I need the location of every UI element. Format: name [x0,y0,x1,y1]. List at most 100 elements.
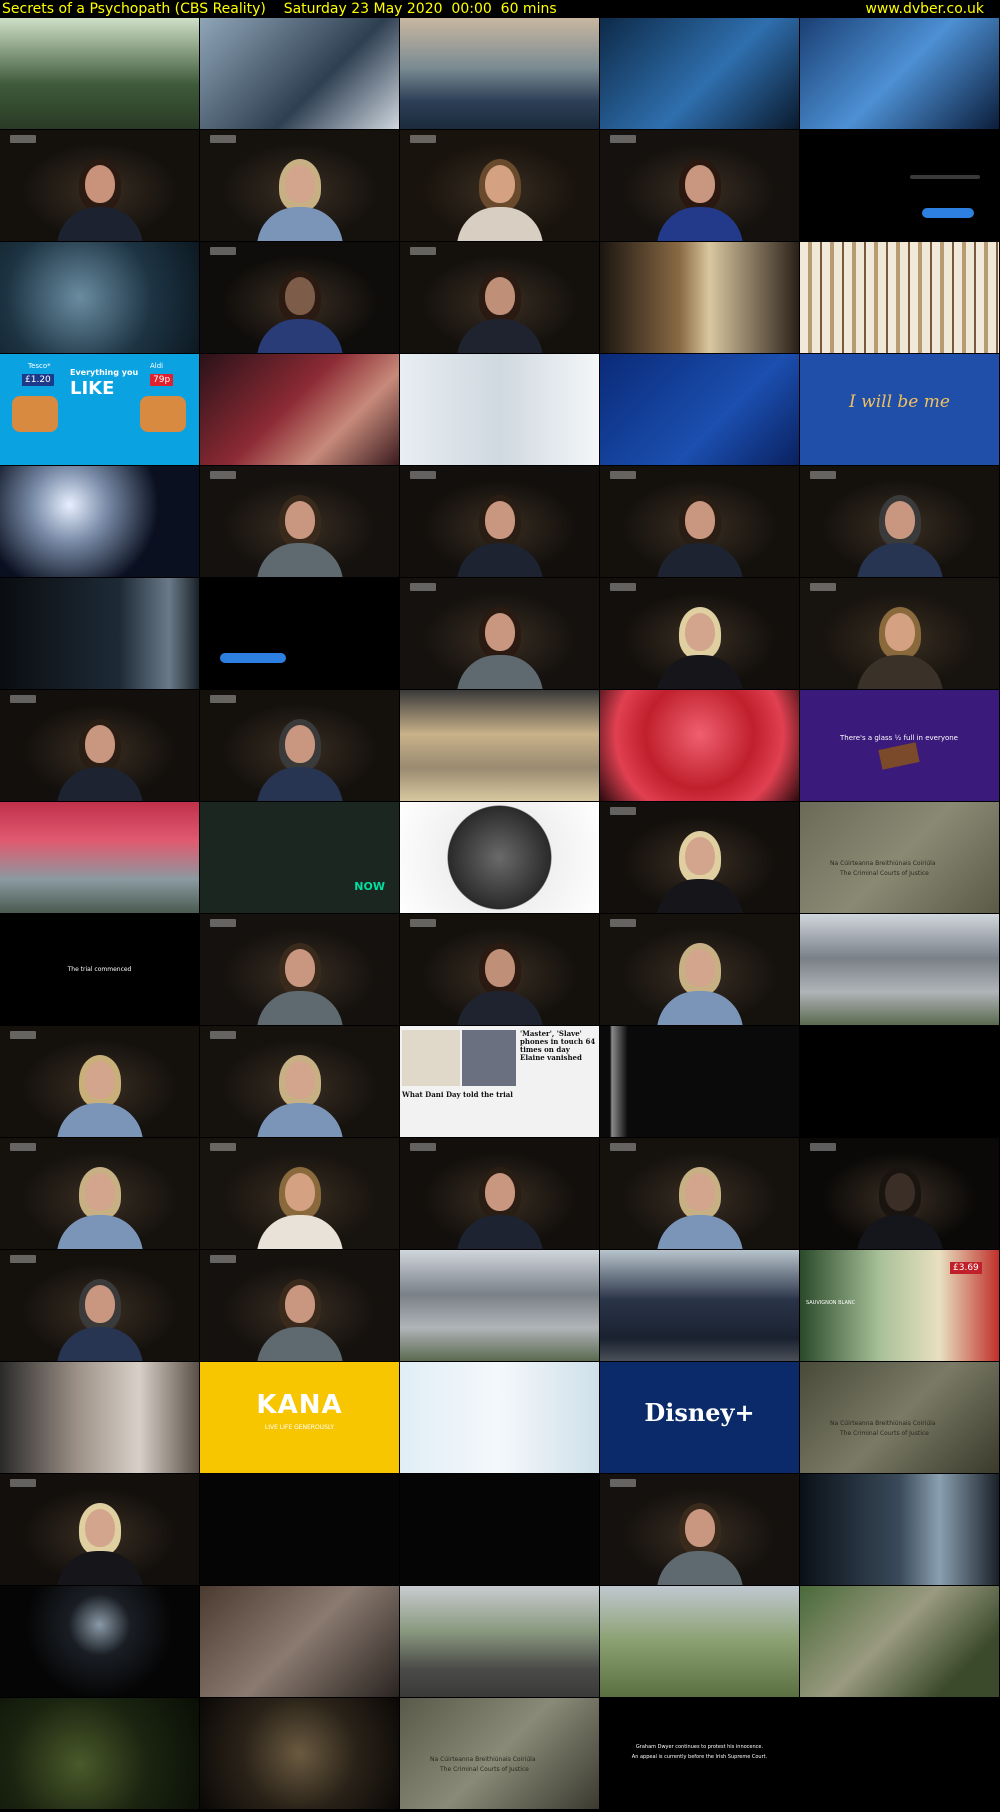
thumbnail-8[interactable] [400,130,600,242]
thumbnail-78[interactable]: Na Cúirteanna Breithiúnais Coiriúla The C… [400,1698,600,1810]
thumbnail-6[interactable] [0,130,200,242]
thumbnail-19[interactable] [600,354,800,466]
thumbnail-9[interactable] [600,130,800,242]
thumbnail-35[interactable]: There's a glass ½ full in everyone [800,690,1000,802]
thumbnail-18[interactable] [400,354,600,466]
thumbnail-54[interactable] [600,1138,800,1250]
thumbnail-65[interactable]: Na Cúirteanna Breithiúnais Coiriúla The C… [800,1362,1000,1474]
site-url[interactable]: www.dvber.co.uk [865,0,984,18]
thumbnail-14[interactable] [600,242,800,354]
thumbnail-26[interactable] [0,578,200,690]
thumbnail-3[interactable] [400,18,600,130]
thumbnail-11[interactable] [0,242,200,354]
thumbnail-43[interactable] [400,914,600,1026]
interviewee [255,493,345,577]
thumbnail-5[interactable] [800,18,1000,130]
photo-left [402,1030,460,1086]
thumbnail-53[interactable] [400,1138,600,1250]
thumbnail-24[interactable] [600,466,800,578]
thumbnail-40[interactable]: Na Cúirteanna Breithiúnais Coiriúla The C… [800,802,1000,914]
thumbnail-55[interactable] [800,1138,1000,1250]
thumbnail-49[interactable] [600,1026,800,1138]
thumbnail-21[interactable] [0,466,200,578]
thumbnail-67[interactable] [200,1474,400,1586]
thumbnail-64[interactable]: Disney+ [600,1362,800,1474]
thumbnail-73[interactable] [400,1586,600,1698]
thumbnail-68[interactable] [400,1474,600,1586]
channel-logo [610,807,636,815]
channel-logo [410,1143,436,1151]
thumbnail-71[interactable] [0,1586,200,1698]
face [284,1285,315,1323]
thumbnail-20[interactable]: I will be me [800,354,1000,466]
price-aldi: 79p [150,374,174,386]
thumbnail-42[interactable] [200,914,400,1026]
thumbnail-22[interactable] [200,466,400,578]
thumbnail-79[interactable]: Graham Dwyer continues to protest his in… [600,1698,800,1810]
thumbnail-74[interactable] [600,1586,800,1698]
channel-logo [210,135,236,143]
thumbnail-50[interactable] [800,1026,1000,1138]
disney-logo: Disney+ [644,1398,755,1427]
thumbnail-16[interactable]: Tesco* Aldi Everything you LIKE £1.20 79p [0,354,200,466]
thumbnail-15[interactable] [800,242,1000,354]
thumbnail-10[interactable] [800,130,1000,242]
torso [456,655,543,689]
interviewee [255,1053,345,1137]
message-bubble-grey [910,175,980,179]
thumbnail-61[interactable] [0,1362,200,1474]
torso [56,1327,143,1361]
thumbnail-2[interactable] [200,18,400,130]
thumbnail-51[interactable] [0,1138,200,1250]
thumbnail-46[interactable] [0,1026,200,1138]
thumbnail-7[interactable] [200,130,400,242]
thumbnail-23[interactable] [400,466,600,578]
thumbnail-1[interactable] [0,18,200,130]
thumbnail-30[interactable] [800,578,1000,690]
thumbnail-56[interactable] [0,1250,200,1362]
thumbnail-60[interactable]: £3.69 SAUVIGNON BLANC [800,1250,1000,1362]
thumbnail-32[interactable] [200,690,400,802]
thumbnail-70[interactable] [800,1474,1000,1586]
thumbnail-29[interactable] [600,578,800,690]
thumbnail-75[interactable] [800,1586,1000,1698]
thumbnail-48[interactable]: 'Master', 'Slave' phones in touch 64 tim… [400,1026,600,1138]
thumbnail-25[interactable] [800,466,1000,578]
thumbnail-27[interactable] [200,578,400,690]
thumbnail-37[interactable]: NOW [200,802,400,914]
thumbnail-47[interactable] [200,1026,400,1138]
face [84,1509,115,1547]
thumbnail-69[interactable] [600,1474,800,1586]
thumbnail-66[interactable] [0,1474,200,1586]
channel-logo [410,471,436,479]
thumbnail-45[interactable] [800,914,1000,1026]
thumbnail-4[interactable] [600,18,800,130]
thumbnail-52[interactable] [200,1138,400,1250]
thumbnail-34[interactable] [600,690,800,802]
thumbnail-12[interactable] [200,242,400,354]
thumbnail-77[interactable] [200,1698,400,1810]
thumbnail-13[interactable] [400,242,600,354]
thumbnail-44[interactable] [600,914,800,1026]
thumbnail-41[interactable]: The trial commenced [0,914,200,1026]
thumbnail-31[interactable] [0,690,200,802]
thumbnail-57[interactable] [200,1250,400,1362]
thumbnail-39[interactable] [600,802,800,914]
channel-logo [610,1143,636,1151]
thumbnail-62[interactable]: KANA LIVE LIFE GENEROUSLY [200,1362,400,1474]
thumbnail-72[interactable] [200,1586,400,1698]
torso [656,207,743,241]
thumbnail-17[interactable] [200,354,400,466]
thumbnail-38[interactable] [400,802,600,914]
thumbnail-33[interactable] [400,690,600,802]
thumbnail-58[interactable] [400,1250,600,1362]
thumbnail-36[interactable] [0,802,200,914]
thumbnail-59[interactable] [600,1250,800,1362]
face [284,165,315,203]
interviewee [655,493,745,577]
thumbnail-76[interactable] [0,1698,200,1810]
thumbnail-28[interactable] [400,578,600,690]
courts-sign-irish: Na Cúirteanna Breithiúnais Coiriúla [830,860,936,867]
face [684,1173,715,1211]
thumbnail-63[interactable] [400,1362,600,1474]
